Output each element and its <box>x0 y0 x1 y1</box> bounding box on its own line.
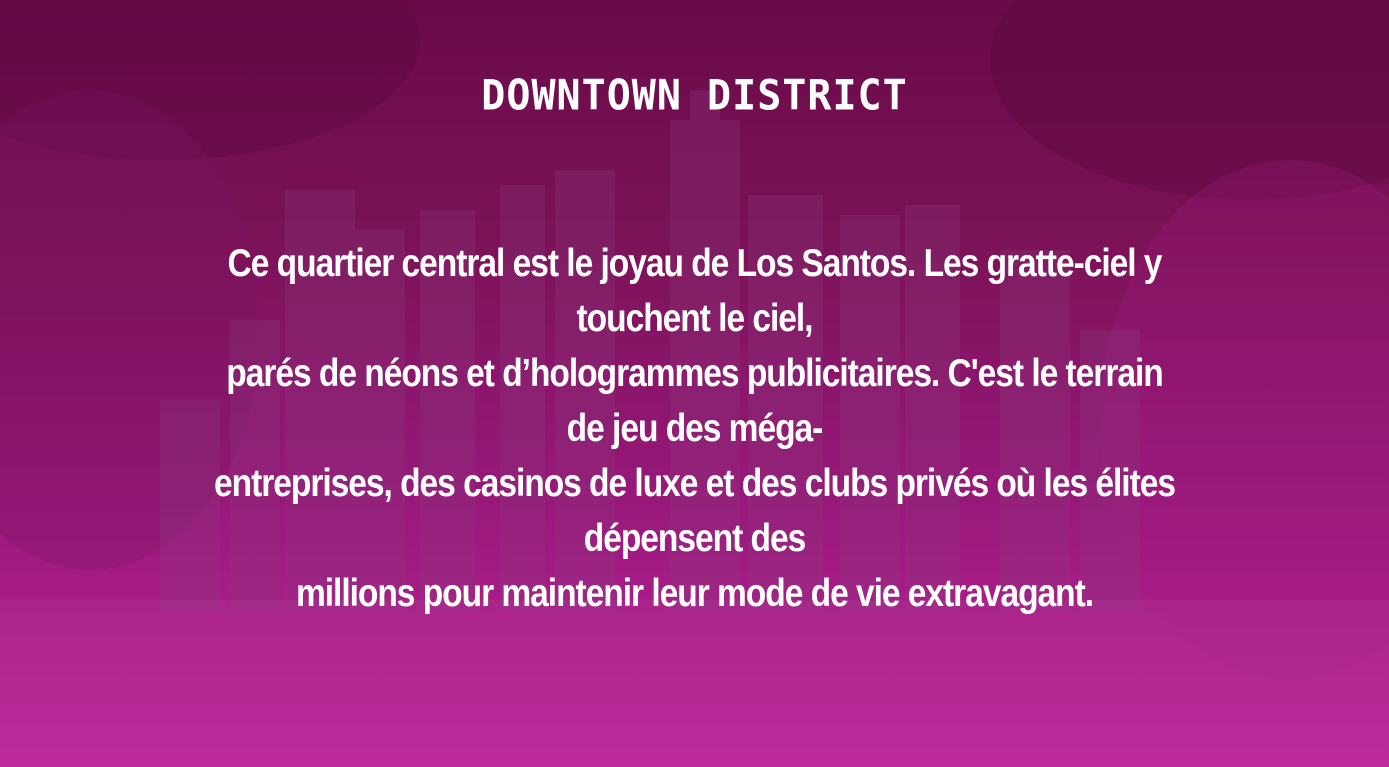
description-line: Ce quartier central est le joyau de Los … <box>227 242 1163 285</box>
description-line: millions pour maintenir leur mode de vie… <box>295 572 1094 615</box>
description-line: parés de néons et d’hologrammes publicit… <box>226 352 1163 395</box>
district-title: DOWNTOWN DISTRICT <box>481 71 908 121</box>
description-line: dépensent des <box>583 517 806 560</box>
description-line: entreprises, des casinos de luxe et des … <box>214 462 1176 505</box>
description-line: touchent le ciel, <box>576 297 814 340</box>
district-description: Ce quartier central est le joyau de Los … <box>70 236 1319 621</box>
description-line: de jeu des méga- <box>566 407 824 450</box>
district-info-panel: DOWNTOWN DISTRICT Ce quartier central es… <box>0 0 1389 767</box>
